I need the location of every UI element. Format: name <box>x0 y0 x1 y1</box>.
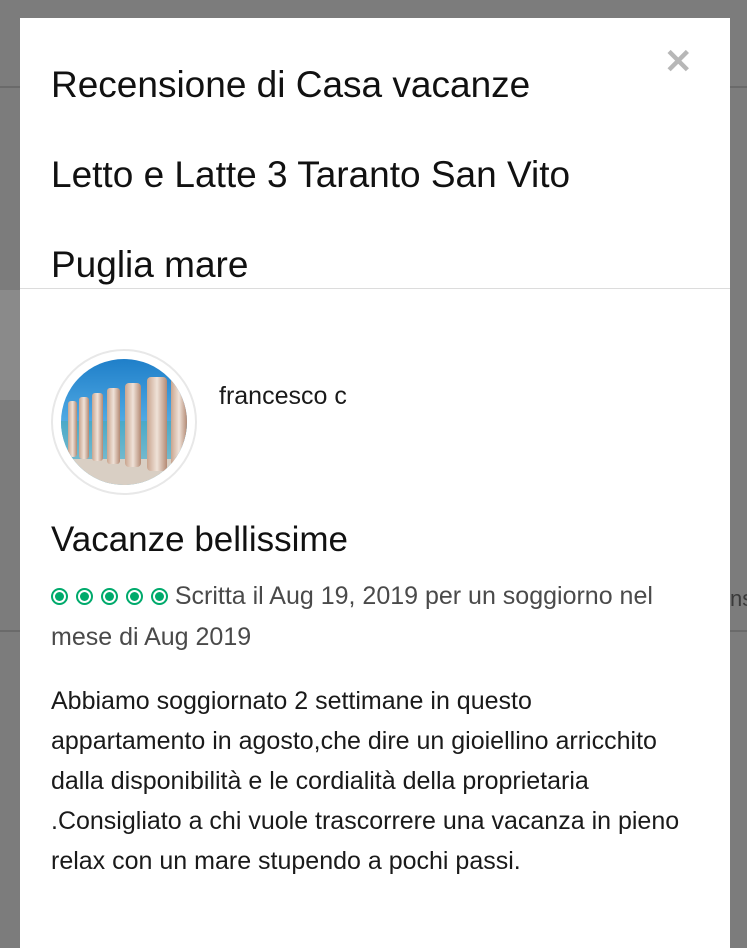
close-button[interactable]: ✕ <box>664 43 693 81</box>
review-modal: Recensione di Casa vacanze Letto e Latte… <box>20 18 730 948</box>
rating-bubbles <box>51 577 169 617</box>
avatar-image <box>61 359 187 485</box>
modal-body: francesco c Vacanze bellissime Scritta i… <box>20 289 730 881</box>
rating-bubble-icon <box>150 588 168 605</box>
modal-title-line: Recensione di Casa vacanze <box>51 64 531 105</box>
rating-bubble-icon <box>125 588 143 605</box>
modal-title-line: Puglia mare <box>51 244 249 285</box>
modal-header: Recensione di Casa vacanze Letto e Latte… <box>20 18 730 289</box>
rating-bubble-icon <box>51 588 68 605</box>
rating-bubble-icon <box>75 588 93 605</box>
modal-title: Recensione di Casa vacanze Letto e Latte… <box>51 18 640 310</box>
modal-title-line: Letto e Latte 3 Taranto San Vito <box>51 154 571 195</box>
background-partial-text: ns <box>730 586 747 611</box>
rating-bubble-icon <box>100 588 118 605</box>
review-text: Abbiamo soggiornato 2 settimane in quest… <box>51 687 680 875</box>
review-meta: Scritta il Aug 19, 2019 per un soggiorno… <box>51 576 690 657</box>
backdrop-panel <box>0 290 20 400</box>
avatar[interactable] <box>51 349 197 495</box>
reviewer-row: francesco c <box>51 349 690 495</box>
review-title: Vacanze bellissime <box>51 520 348 559</box>
close-icon: ✕ <box>664 43 693 81</box>
reviewer-name[interactable]: francesco c <box>219 382 347 411</box>
